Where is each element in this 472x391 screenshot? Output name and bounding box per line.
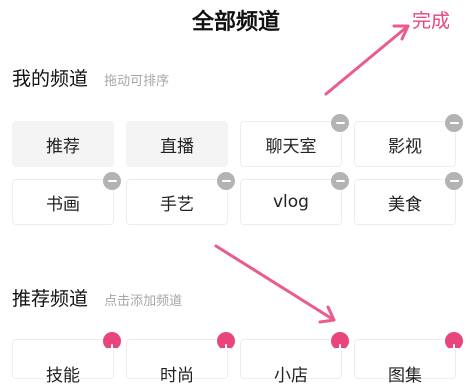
recommended-channels-row-1: 技能 时尚 小店 图集: [12, 332, 470, 386]
my-channels-section-title: 我的频道 拖动可排序: [12, 64, 169, 91]
add-channel-icon[interactable]: [103, 332, 121, 354]
arrow-to-done-line: [324, 24, 410, 96]
page-title: 全部频道: [191, 10, 280, 35]
done-button[interactable]: 完成: [412, 6, 450, 33]
remove-channel-icon[interactable]: [103, 172, 121, 190]
recommended-tile-xiaodian[interactable]: 小店: [240, 332, 349, 386]
my-channels-row-1: 推荐 直播 聊天室 影视: [12, 114, 470, 167]
channel-label: 直播: [160, 136, 194, 157]
channel-tile-zhibo[interactable]: 直播: [126, 121, 228, 167]
channel-label: 聊天室: [265, 136, 317, 157]
my-channels-row-2: 书画 手艺 vlog 美食: [12, 172, 470, 225]
channel-tile-yingshi[interactable]: 影视: [354, 114, 463, 167]
remove-channel-icon[interactable]: [331, 172, 349, 190]
channel-tile-vlog[interactable]: vlog: [240, 172, 349, 225]
my-channels-title: 我的频道: [12, 68, 89, 90]
my-channels-hint: 拖动可排序: [104, 74, 170, 89]
recommended-tile-tuji[interactable]: 图集: [354, 332, 463, 386]
channel-label: 影视: [388, 136, 422, 157]
channel-tile-shuhua[interactable]: 书画: [12, 172, 121, 225]
channel-tile-shouyi[interactable]: 手艺: [126, 172, 235, 225]
recommended-channels-grid: 技能 时尚 小店 图集: [12, 332, 470, 391]
arrow-to-add-head: [318, 305, 336, 324]
channel-tile-tuijian[interactable]: 推荐: [12, 121, 114, 167]
my-channels-grid: 推荐 直播 聊天室 影视 书画 手艺 vlog 美食: [12, 114, 470, 237]
add-channel-icon[interactable]: [217, 332, 235, 354]
recommended-channels-section-title: 推荐频道 点击添加频道: [12, 284, 182, 311]
remove-channel-icon[interactable]: [445, 114, 463, 132]
channel-label: 推荐: [46, 136, 80, 157]
remove-channel-icon[interactable]: [331, 114, 349, 132]
add-channel-icon[interactable]: [445, 332, 463, 354]
channel-tile-meishi[interactable]: 美食: [354, 172, 463, 225]
channel-label: 书画: [46, 194, 80, 215]
channel-label: vlog: [273, 192, 309, 212]
arrow-to-add-line: [214, 244, 336, 322]
add-channel-icon[interactable]: [331, 332, 349, 354]
channel-label: 手艺: [160, 194, 194, 215]
channel-tile-liaotianshi[interactable]: 聊天室: [240, 114, 349, 167]
recommended-tile-shishang[interactable]: 时尚: [126, 332, 235, 386]
recommended-channels-title: 推荐频道: [12, 288, 89, 310]
remove-channel-icon[interactable]: [445, 172, 463, 190]
channel-label: 美食: [388, 194, 422, 215]
remove-channel-icon[interactable]: [217, 172, 235, 190]
recommended-channels-hint: 点击添加频道: [104, 294, 183, 309]
recommended-tile-jineng[interactable]: 技能: [12, 332, 121, 386]
